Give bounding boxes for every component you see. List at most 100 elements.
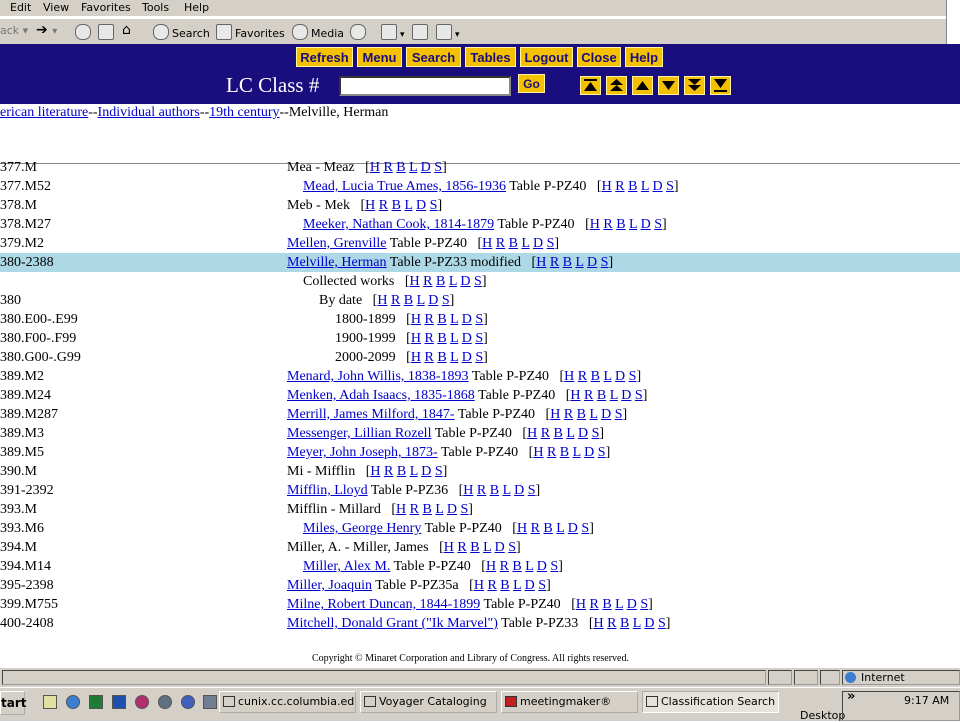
- row-link-d[interactable]: D: [568, 521, 578, 536]
- author-link[interactable]: Milne, Robert Duncan, 1844-1899: [287, 597, 480, 612]
- refresh-button[interactable]: [98, 24, 117, 40]
- row-link-r[interactable]: R: [457, 540, 466, 555]
- author-link[interactable]: Miller, Alex M.: [303, 559, 390, 574]
- row-link-d[interactable]: D: [462, 331, 472, 346]
- page-down-button[interactable]: [684, 76, 705, 95]
- row-link-r[interactable]: R: [607, 616, 616, 631]
- start-button[interactable]: tart: [0, 691, 27, 715]
- row-link-b[interactable]: B: [436, 274, 445, 289]
- row-link-b[interactable]: B: [560, 445, 569, 460]
- row-link-d[interactable]: D: [460, 274, 470, 289]
- row-link-s[interactable]: S: [474, 274, 482, 289]
- row-link-s[interactable]: S: [592, 426, 600, 441]
- author-link[interactable]: Miles, George Henry: [303, 521, 421, 536]
- line-up-button[interactable]: [632, 76, 653, 95]
- row-link-b[interactable]: B: [620, 616, 629, 631]
- row-link-b[interactable]: B: [422, 502, 431, 517]
- app-icon[interactable]: [158, 695, 172, 709]
- row-link-h[interactable]: H: [410, 274, 420, 289]
- search-button[interactable]: Search: [153, 24, 210, 40]
- row-link-l[interactable]: L: [417, 293, 425, 308]
- breadcrumb-link-19th-century[interactable]: 19th century: [209, 105, 279, 120]
- row-link-b[interactable]: B: [392, 198, 401, 213]
- row-link-l[interactable]: L: [641, 179, 649, 194]
- row-link-l[interactable]: L: [404, 198, 412, 213]
- author-link[interactable]: Merrill, James Milford, 1847-: [287, 407, 455, 422]
- close-nav-button[interactable]: Close: [577, 47, 621, 67]
- author-link[interactable]: Melville, Herman: [287, 255, 387, 270]
- row-link-d[interactable]: D: [584, 445, 594, 460]
- row-link-r[interactable]: R: [531, 521, 540, 536]
- row-link-r[interactable]: R: [487, 578, 496, 593]
- author-link[interactable]: Miller, Joaquin: [287, 578, 372, 593]
- row-link-s[interactable]: S: [538, 578, 546, 593]
- row-link-d[interactable]: D: [447, 502, 457, 517]
- favorites-button[interactable]: Favorites: [216, 24, 285, 40]
- lc-class-input[interactable]: [339, 76, 511, 96]
- row-link-s[interactable]: S: [635, 388, 643, 403]
- row-link-l[interactable]: L: [573, 445, 581, 460]
- row-link-l[interactable]: L: [521, 236, 529, 251]
- row-link-s[interactable]: S: [666, 179, 674, 194]
- row-link-s[interactable]: S: [640, 597, 648, 612]
- row-link-d[interactable]: D: [537, 559, 547, 574]
- row-link-l[interactable]: L: [610, 388, 618, 403]
- row-link-h[interactable]: H: [536, 255, 546, 270]
- show-desktop-icon[interactable]: [43, 695, 57, 709]
- row-link-l[interactable]: L: [513, 578, 521, 593]
- row-link-s[interactable]: S: [508, 540, 516, 555]
- app-icon[interactable]: [135, 695, 149, 709]
- row-link-l[interactable]: L: [629, 217, 637, 232]
- menu-view[interactable]: View: [43, 1, 69, 14]
- row-link-h[interactable]: H: [444, 540, 454, 555]
- row-link-r[interactable]: R: [424, 331, 433, 346]
- home-button[interactable]: ⌂: [122, 22, 131, 38]
- row-link-r[interactable]: R: [584, 388, 593, 403]
- mail-button[interactable]: ▾: [381, 24, 405, 40]
- row-link-d[interactable]: D: [495, 540, 505, 555]
- row-link-s[interactable]: S: [601, 255, 609, 270]
- breadcrumb-link-american-literature[interactable]: erican literature: [0, 105, 88, 120]
- menu-nav-button[interactable]: Menu: [357, 47, 402, 67]
- excel-icon[interactable]: [89, 695, 103, 709]
- row-link-s[interactable]: S: [550, 559, 558, 574]
- author-link[interactable]: Mead, Lucia True Ames, 1856-1936: [303, 179, 506, 194]
- taskbar-task-classification-search[interactable]: Classification Search ...: [642, 691, 779, 713]
- row-link-r[interactable]: R: [550, 255, 559, 270]
- row-link-l[interactable]: L: [603, 369, 611, 384]
- row-link-h[interactable]: H: [365, 198, 375, 213]
- row-link-r[interactable]: R: [496, 236, 505, 251]
- row-link-d[interactable]: D: [587, 255, 597, 270]
- row-link-l[interactable]: L: [410, 464, 418, 479]
- row-link-r[interactable]: R: [477, 483, 486, 498]
- row-link-r[interactable]: R: [379, 198, 388, 213]
- row-link-d[interactable]: D: [615, 369, 625, 384]
- edit-button[interactable]: ▾: [436, 24, 460, 40]
- row-link-h[interactable]: H: [533, 445, 543, 460]
- breadcrumb-link-individual-authors[interactable]: Individual authors: [98, 105, 200, 120]
- row-link-b[interactable]: B: [490, 483, 499, 498]
- row-link-d[interactable]: D: [627, 597, 637, 612]
- row-link-l[interactable]: L: [615, 597, 623, 612]
- row-link-h[interactable]: H: [482, 236, 492, 251]
- row-link-l[interactable]: L: [576, 255, 584, 270]
- row-link-h[interactable]: H: [396, 502, 406, 517]
- menu-tools[interactable]: Tools: [142, 1, 169, 14]
- row-link-h[interactable]: H: [527, 426, 537, 441]
- app-icon[interactable]: [181, 695, 195, 709]
- row-link-h[interactable]: H: [590, 217, 600, 232]
- page-up-button[interactable]: [606, 76, 627, 95]
- desktop-toolbar-label[interactable]: Desktop: [800, 709, 845, 722]
- row-link-d[interactable]: D: [421, 464, 431, 479]
- menu-favorites[interactable]: Favorites: [81, 1, 131, 14]
- menu-help[interactable]: Help: [184, 1, 209, 14]
- row-link-h[interactable]: H: [593, 616, 603, 631]
- row-link-l[interactable]: L: [566, 426, 574, 441]
- taskbar-task-cunix[interactable]: cunix.cc.columbia.ed...: [219, 691, 356, 713]
- row-link-h[interactable]: H: [377, 293, 387, 308]
- row-link-d[interactable]: D: [462, 350, 472, 365]
- author-link[interactable]: Messenger, Lillian Rozell: [287, 426, 431, 441]
- logout-nav-button[interactable]: Logout: [520, 47, 573, 67]
- first-page-button[interactable]: [580, 76, 601, 95]
- row-link-h[interactable]: H: [570, 388, 580, 403]
